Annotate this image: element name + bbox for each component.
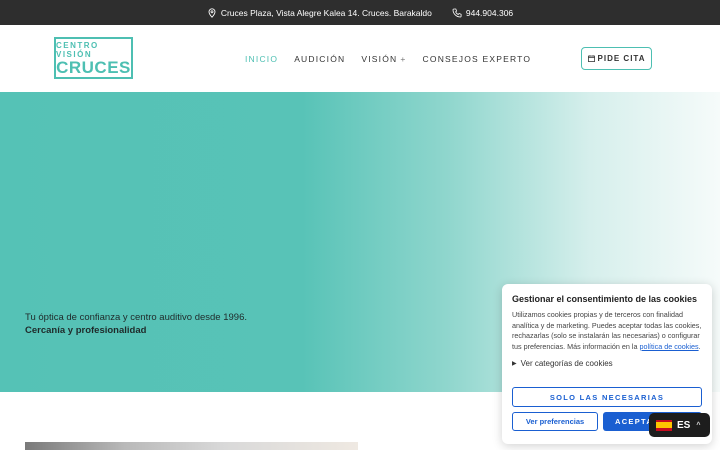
nav-item-consejos-experto[interactable]: CONSEJOS EXPERTO bbox=[423, 54, 532, 64]
store-photo bbox=[25, 442, 358, 450]
logo-line-1: CENTRO VISIÓN bbox=[56, 40, 99, 59]
cookie-categories-toggle[interactable]: ▶ Ver categorías de cookies bbox=[512, 359, 702, 368]
phone-icon bbox=[452, 8, 462, 17]
cookie-dialog-body: Utilizamos cookies propias y de terceros… bbox=[512, 310, 702, 352]
disclosure-triangle-icon: ▶ bbox=[512, 361, 517, 367]
phone-item[interactable]: 944.904.306 bbox=[452, 8, 513, 18]
language-code: ES bbox=[677, 419, 691, 431]
cookie-policy-link[interactable]: política de cookies bbox=[639, 342, 698, 351]
address-text: Cruces Plaza, Vista Alegre Kalea 14. Cru… bbox=[220, 7, 432, 18]
phone-text: 944.904.306 bbox=[465, 7, 514, 18]
nav-item-inicio[interactable]: INICIO bbox=[245, 54, 278, 64]
address-item[interactable]: Cruces Plaza, Vista Alegre Kalea 14. Cru… bbox=[207, 8, 432, 18]
logo-line-2: CRUCES bbox=[56, 57, 131, 77]
nav-item-vision-label: VISIÓN bbox=[361, 54, 398, 64]
site-logo[interactable]: CENTRO VISIÓN CRUCES bbox=[54, 37, 133, 79]
nav-item-vision[interactable]: VISIÓN + bbox=[361, 54, 406, 64]
cookie-body-end: . bbox=[698, 341, 701, 351]
hero-tagline: Tu óptica de confianza y centro auditivo… bbox=[25, 312, 247, 323]
hero-tagline-bold: Cercanía y profesionalidad bbox=[25, 325, 147, 336]
book-appointment-button[interactable]: PIDE CITA bbox=[581, 47, 652, 70]
nav-item-audicion[interactable]: AUDICIÓN bbox=[294, 54, 345, 64]
plus-icon: + bbox=[400, 54, 407, 64]
preferences-button[interactable]: Ver preferencias bbox=[512, 412, 598, 431]
necessary-only-button[interactable]: SOLO LAS NECESARIAS bbox=[512, 387, 702, 407]
calendar-icon bbox=[587, 55, 595, 62]
map-pin-icon bbox=[208, 7, 216, 18]
chevron-up-icon: ^ bbox=[696, 421, 701, 429]
book-appointment-label: PIDE CITA bbox=[597, 54, 646, 63]
site-header: CENTRO VISIÓN CRUCES INICIO AUDICIÓN VIS… bbox=[0, 25, 720, 92]
spain-flag-icon bbox=[656, 419, 672, 431]
cookie-categories-label: Ver categorías de cookies bbox=[520, 359, 613, 368]
main-nav: INICIO AUDICIÓN VISIÓN + CONSEJOS EXPERTO bbox=[245, 54, 531, 64]
cookie-dialog-title: Gestionar el consentimiento de las cooki… bbox=[512, 294, 698, 304]
language-switcher[interactable]: ES ^ bbox=[649, 413, 710, 437]
top-info-bar: Cruces Plaza, Vista Alegre Kalea 14. Cru… bbox=[0, 0, 720, 25]
